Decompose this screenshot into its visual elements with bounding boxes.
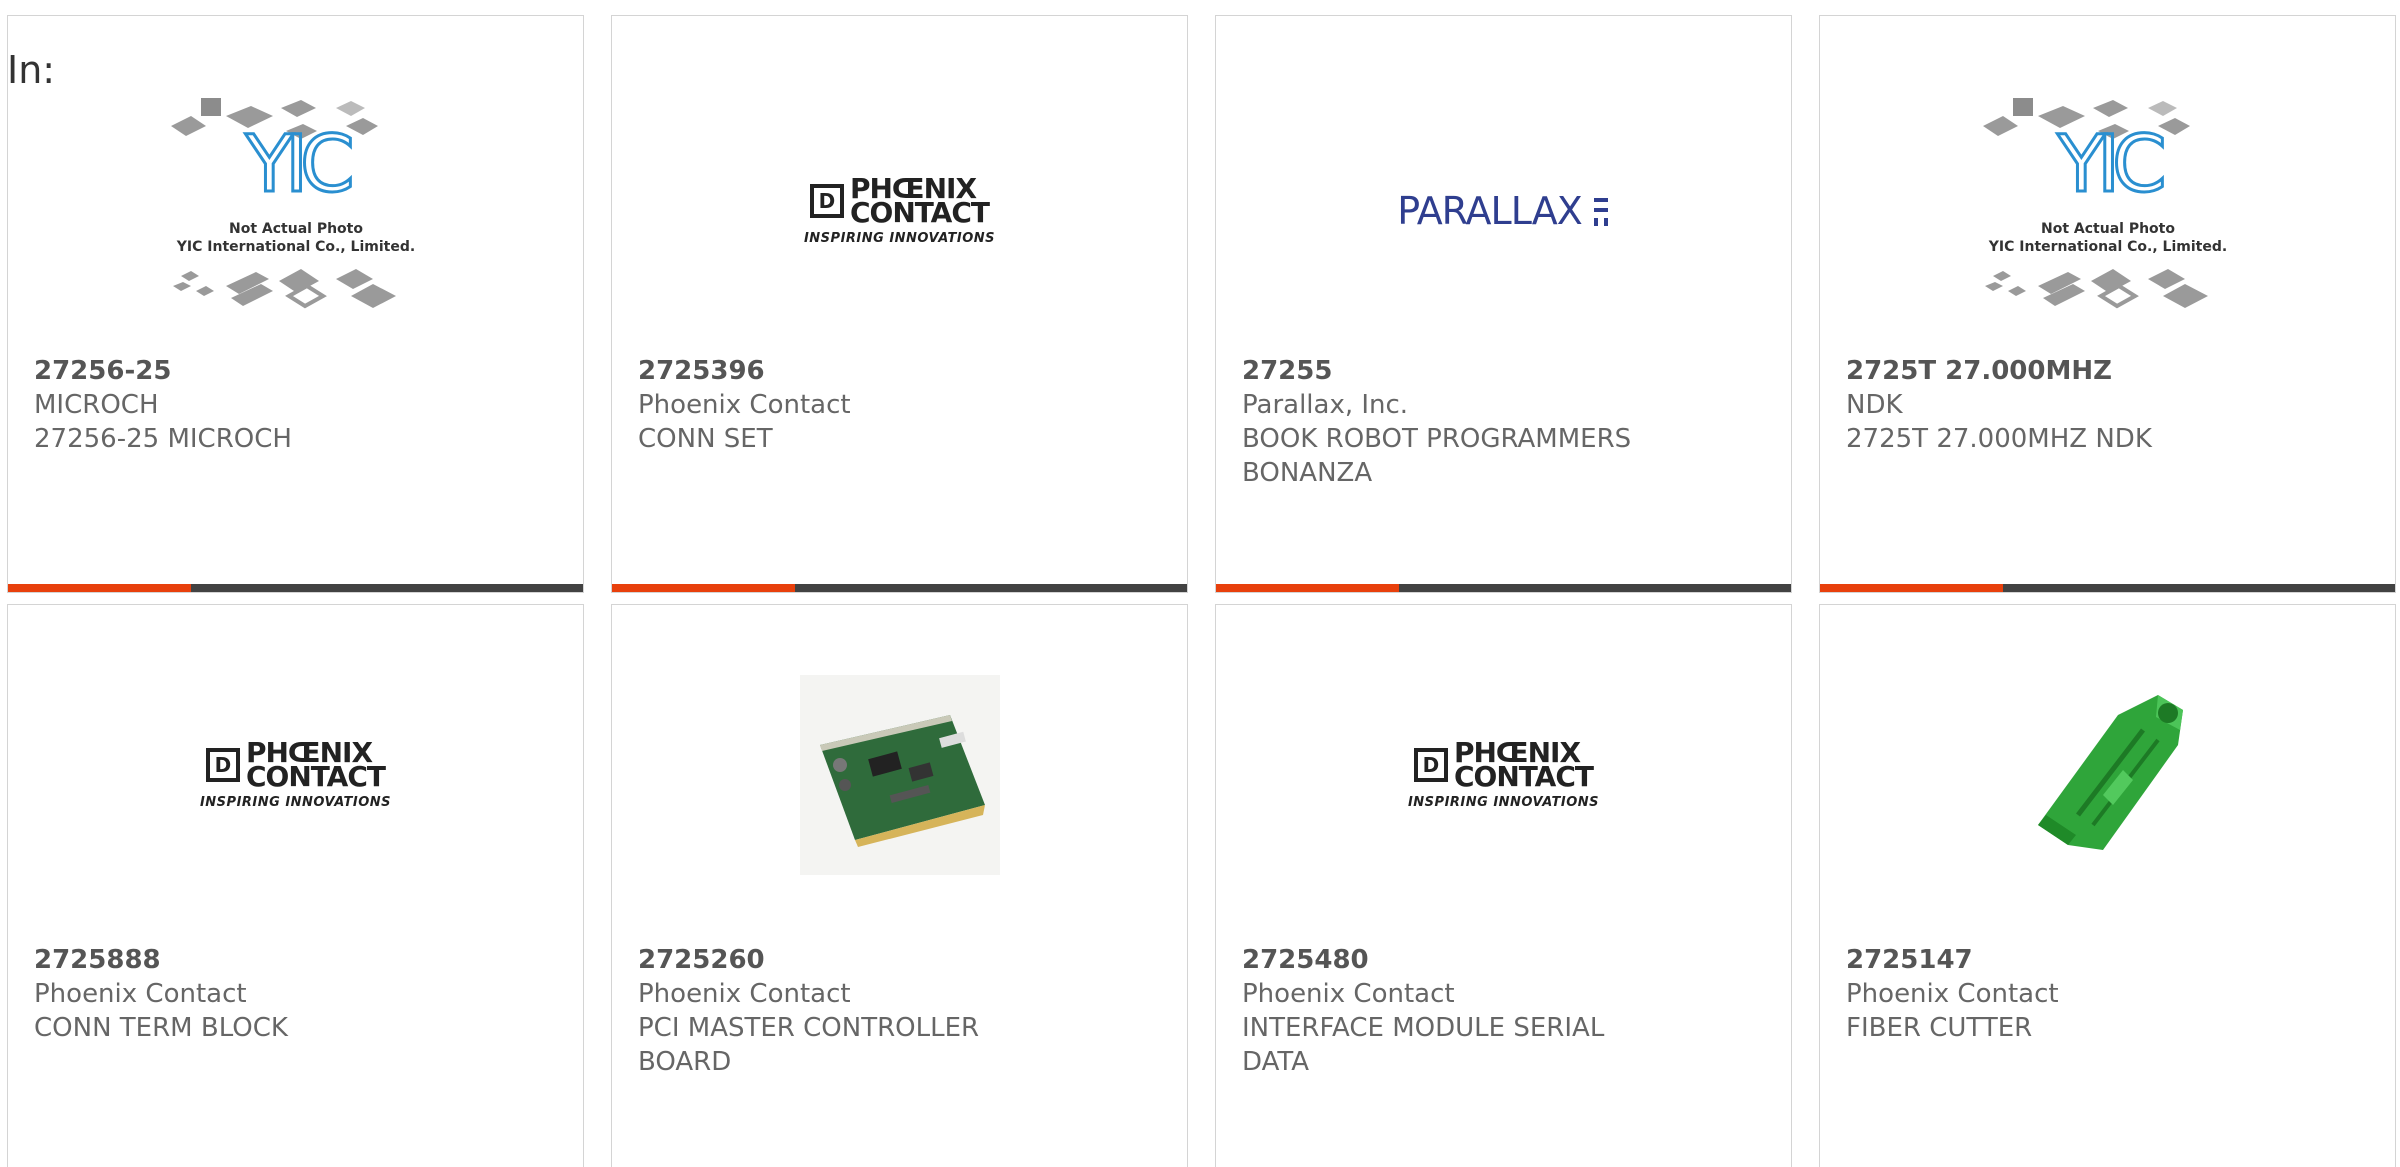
product-info: 2725396 Phoenix Contact CONN SET bbox=[638, 354, 1147, 456]
part-number[interactable]: 2725888 bbox=[34, 943, 543, 977]
fiber-cutter-photo bbox=[2037, 695, 2183, 850]
product-image[interactable]: D PHŒNIX CONTACT INSPIRING INNOVATIONS bbox=[8, 650, 583, 900]
card-accent-bar bbox=[1216, 584, 1399, 592]
card-accent-bar bbox=[612, 584, 795, 592]
manufacturer: Phoenix Contact bbox=[34, 979, 247, 1009]
product-image[interactable]: D PHŒNIX CONTACT INSPIRING INNOVATIONS bbox=[612, 86, 1187, 336]
phoenix-contact-logo: D PHŒNIX CONTACT INSPIRING INNOVATIONS bbox=[803, 174, 996, 246]
product-card[interactable]: 2725260 Phoenix Contact PCI MASTER CONTR… bbox=[611, 604, 1188, 1167]
product-card[interactable]: PARALLAX 27255 Parallax, Inc. BOOK ROBOT… bbox=[1215, 15, 1792, 593]
manufacturer: NDK bbox=[1846, 390, 1903, 420]
phoenix-box-icon: D bbox=[809, 183, 844, 218]
yic-placeholder-image: YIC Not Actual Photo YIC International C… bbox=[170, 98, 415, 309]
product-info: 2725T 27.000MHZ NDK 2725T 27.000MHZ NDK bbox=[1846, 354, 2355, 456]
product-info: 2725480 Phoenix Contact INTERFACE MODULE… bbox=[1242, 943, 1751, 1079]
svg-text:YIC: YIC bbox=[2056, 120, 2163, 210]
part-number[interactable]: 2725396 bbox=[638, 354, 1147, 388]
product-card[interactable]: YIC Not Actual Photo YIC International C… bbox=[1819, 15, 2396, 593]
product-info: 2725888 Phoenix Contact CONN TERM BLOCK bbox=[34, 943, 543, 1045]
part-number[interactable]: 2725T 27.000MHZ bbox=[1846, 354, 2355, 388]
description: BOOK ROBOT PROGRAMMERS BONANZA bbox=[1242, 424, 1632, 488]
svg-text:YIC International Co., Limited: YIC International Co., Limited. bbox=[1987, 239, 2226, 255]
product-image[interactable] bbox=[612, 650, 1187, 900]
phoenix-contact-logo: D PHŒNIX CONTACT INSPIRING INNOVATIONS bbox=[1407, 738, 1600, 810]
phoenix-contact-logo: D PHŒNIX CONTACT INSPIRING INNOVATIONS bbox=[199, 738, 392, 810]
manufacturer: Parallax, Inc. bbox=[1242, 390, 1409, 420]
svg-text:YIC International Co., Limited: YIC International Co., Limited. bbox=[175, 239, 414, 255]
product-info: 27255 Parallax, Inc. BOOK ROBOT PROGRAMM… bbox=[1242, 354, 1751, 490]
product-info: 2725260 Phoenix Contact PCI MASTER CONTR… bbox=[638, 943, 1147, 1079]
in-label: In: bbox=[7, 48, 56, 92]
product-info: 2725147 Phoenix Contact FIBER CUTTER bbox=[1846, 943, 2355, 1045]
part-number[interactable]: 2725260 bbox=[638, 943, 1147, 977]
description: FIBER CUTTER bbox=[1846, 1013, 2033, 1043]
manufacturer: Phoenix Contact bbox=[638, 390, 851, 420]
phoenix-box-icon: D bbox=[205, 747, 240, 782]
part-number[interactable]: 2725147 bbox=[1846, 943, 2355, 977]
pci-board-photo bbox=[799, 675, 1000, 875]
product-image[interactable]: PARALLAX bbox=[1216, 86, 1791, 336]
card-bottom-bar bbox=[1216, 584, 1791, 592]
product-image[interactable] bbox=[1820, 650, 2395, 900]
manufacturer: Phoenix Contact bbox=[638, 979, 851, 1009]
card-bottom-bar bbox=[1820, 584, 2395, 592]
product-card[interactable]: D PHŒNIX CONTACT INSPIRING INNOVATIONS 2… bbox=[7, 604, 584, 1167]
product-info: 27256-25 MICROCH 27256-25 MICROCH bbox=[34, 354, 543, 456]
product-grid-page: YIC Not Actual Photo YIC International C… bbox=[0, 0, 2400, 1167]
product-image[interactable]: YIC Not Actual Photo YIC International C… bbox=[1820, 86, 2395, 336]
description: 2725T 27.000MHZ NDK bbox=[1846, 424, 2152, 454]
description: INTERFACE MODULE SERIAL DATA bbox=[1242, 1013, 1605, 1077]
part-number[interactable]: 27256-25 bbox=[34, 354, 543, 388]
logo-tagline: INSPIRING INNOVATIONS bbox=[199, 794, 392, 810]
product-card[interactable]: D PHŒNIX CONTACT INSPIRING INNOVATIONS 2… bbox=[1215, 604, 1792, 1167]
phoenix-box-icon: D bbox=[1413, 747, 1448, 782]
part-number[interactable]: 27255 bbox=[1242, 354, 1751, 388]
manufacturer: Phoenix Contact bbox=[1846, 979, 2059, 1009]
card-bottom-bar bbox=[612, 584, 1187, 592]
product-card[interactable]: 2725147 Phoenix Contact FIBER CUTTER bbox=[1819, 604, 2396, 1167]
product-card[interactable]: YIC Not Actual Photo YIC International C… bbox=[7, 15, 584, 593]
product-image[interactable]: D PHŒNIX CONTACT INSPIRING INNOVATIONS bbox=[1216, 650, 1791, 900]
description: CONN SET bbox=[638, 424, 773, 454]
description: 27256-25 MICROCH bbox=[34, 424, 292, 454]
logo-line2: CONTACT bbox=[849, 195, 990, 229]
card-accent-bar bbox=[1820, 584, 2003, 592]
parallax-mark-icon bbox=[1593, 198, 1608, 226]
svg-text:Not Actual Photo: Not Actual Photo bbox=[229, 221, 363, 237]
yic-placeholder-image: YIC Not Actual Photo YIC International C… bbox=[1982, 98, 2227, 309]
logo-line2: CONTACT bbox=[245, 759, 386, 793]
logo-tagline: INSPIRING INNOVATIONS bbox=[803, 230, 996, 246]
card-bottom-bar bbox=[8, 584, 583, 592]
parallax-logo: PARALLAX bbox=[1397, 189, 1583, 233]
card-accent-bar bbox=[8, 584, 191, 592]
part-number[interactable]: 2725480 bbox=[1242, 943, 1751, 977]
manufacturer: MICROCH bbox=[34, 390, 159, 420]
manufacturer: Phoenix Contact bbox=[1242, 979, 1455, 1009]
logo-line2: CONTACT bbox=[1453, 759, 1594, 793]
logo-tagline: INSPIRING INNOVATIONS bbox=[1407, 794, 1600, 810]
svg-text:Not Actual Photo: Not Actual Photo bbox=[2041, 221, 2175, 237]
product-card[interactable]: D PHŒNIX CONTACT INSPIRING INNOVATIONS 2… bbox=[611, 15, 1188, 593]
description: CONN TERM BLOCK bbox=[34, 1013, 288, 1043]
product-image[interactable]: YIC Not Actual Photo YIC International C… bbox=[8, 86, 583, 336]
description: PCI MASTER CONTROLLER BOARD bbox=[638, 1013, 980, 1077]
svg-text:YIC: YIC bbox=[244, 120, 351, 210]
